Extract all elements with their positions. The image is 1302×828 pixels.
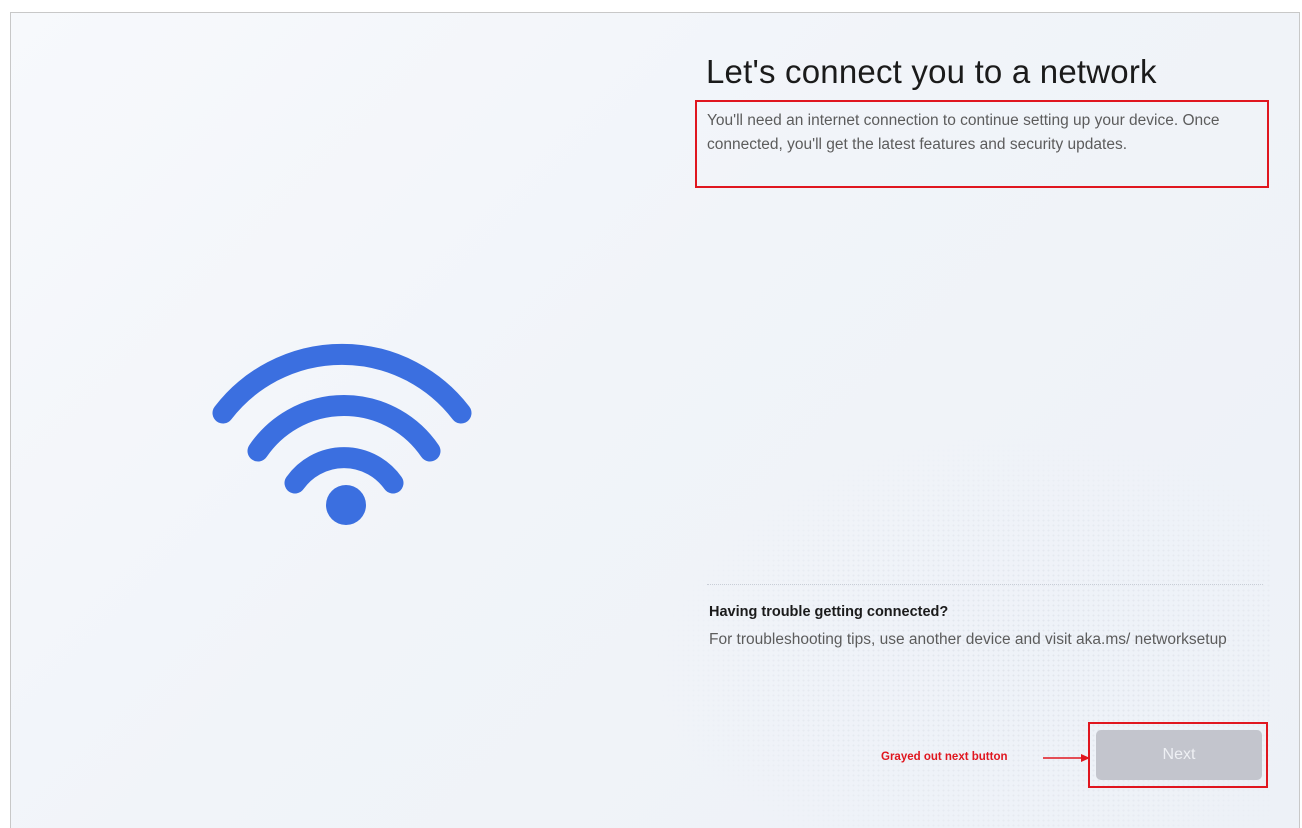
troubleshooting-heading: Having trouble getting connected? bbox=[709, 604, 949, 620]
annotation-label: Grayed out next button bbox=[881, 751, 1008, 763]
setup-window: Let's connect you to a network You'll ne… bbox=[10, 12, 1300, 828]
page-title: Let's connect you to a network bbox=[706, 53, 1157, 90]
wifi-icon bbox=[212, 343, 472, 525]
troubleshooting-text: For troubleshooting tips, use another de… bbox=[709, 631, 1227, 648]
wifi-arc-inner bbox=[284, 447, 404, 494]
wifi-dot bbox=[326, 485, 366, 525]
section-divider bbox=[707, 584, 1263, 585]
next-button[interactable]: Next bbox=[1096, 730, 1262, 780]
page-description: You'll need an internet connection to co… bbox=[707, 112, 1220, 153]
arrow-right-icon bbox=[1043, 754, 1090, 762]
wifi-arc-middle bbox=[247, 394, 441, 462]
